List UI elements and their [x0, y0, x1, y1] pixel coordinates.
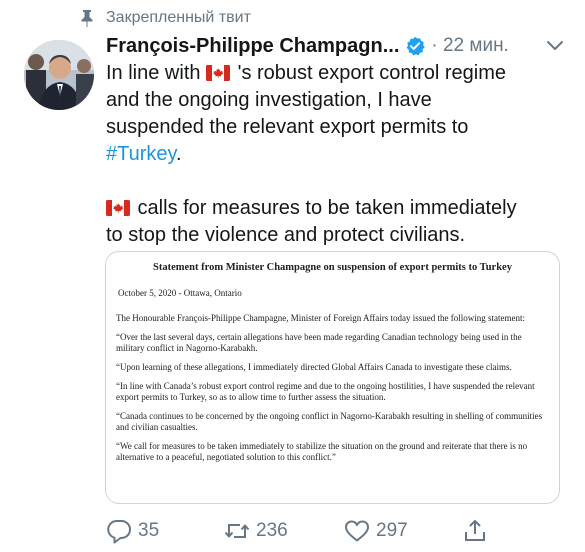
canada-flag-icon: [206, 62, 231, 81]
avatar[interactable]: [24, 40, 94, 110]
pin-icon: [78, 9, 96, 27]
pinned-tweet-label: Закрепленный твит: [78, 8, 251, 28]
author-name[interactable]: François-Philippe Champagn...: [106, 35, 399, 58]
tweet-text-segment: 's robust export control regime: [232, 62, 506, 84]
statement-title: Statement from Minister Champagne on sus…: [153, 262, 512, 273]
tweet-text-segment: calls for measures to be taken immediate…: [132, 197, 517, 219]
statement-paragraph: The Honourable François-Philippe Champag…: [116, 313, 526, 323]
tweet-header: François-Philippe Champagn... · 22 мин.: [106, 33, 576, 59]
reply-icon: [107, 520, 131, 544]
statement-paragraph: “Canada continues to be concerned by the…: [116, 411, 543, 432]
tweet-text-segment: In line with: [106, 62, 207, 84]
canada-flag-icon: [106, 197, 130, 216]
reply-count: 35: [138, 520, 160, 541]
tweet-text-segment: .: [176, 143, 182, 165]
tweet-line: calls for measures to be taken immediate…: [106, 195, 576, 222]
tweet-line: In line with 's robust export control re…: [106, 60, 576, 87]
statement-date: October 5, 2020 - Ottawa, Ontario: [118, 288, 242, 298]
tweet-actions: 35 236 297: [106, 516, 576, 546]
statement-paragraph: “In line with Canada’s robust export con…: [116, 381, 535, 402]
tweet-timestamp[interactable]: · 22 мин.: [431, 35, 508, 57]
like-icon: [345, 520, 369, 542]
tweet-text: In line with 's robust export control re…: [106, 60, 576, 249]
attached-image-statement[interactable]: Statement from Minister Champagne on sus…: [105, 251, 560, 504]
pinned-label-text: Закрепленный твит: [106, 9, 251, 26]
tweet-line: suspended the relevant export permits to: [106, 116, 469, 138]
share-button[interactable]: [462, 516, 494, 546]
statement-paragraph: “Over the last several days, certain all…: [116, 332, 522, 353]
retweet-button[interactable]: 236: [224, 516, 288, 546]
tweet-line: #Turkey.: [106, 141, 576, 168]
retweet-icon: [224, 524, 250, 538]
like-button[interactable]: 297: [344, 516, 408, 546]
hashtag-link[interactable]: #Turkey: [106, 143, 176, 165]
statement-paragraph: “Upon learning of these allegations, I i…: [116, 362, 512, 372]
share-icon: [465, 520, 485, 541]
statement-paragraph: “We call for measures to be taken immedi…: [116, 441, 528, 462]
like-count: 297: [376, 520, 408, 541]
verified-badge-icon: [405, 36, 426, 56]
retweet-count: 236: [256, 520, 288, 541]
chevron-down-icon[interactable]: [544, 35, 566, 57]
reply-button[interactable]: 35: [106, 516, 159, 546]
tweet-line: and the ongoing investigation, I have: [106, 89, 432, 111]
tweet-line: to stop the violence and protect civilia…: [106, 224, 466, 246]
